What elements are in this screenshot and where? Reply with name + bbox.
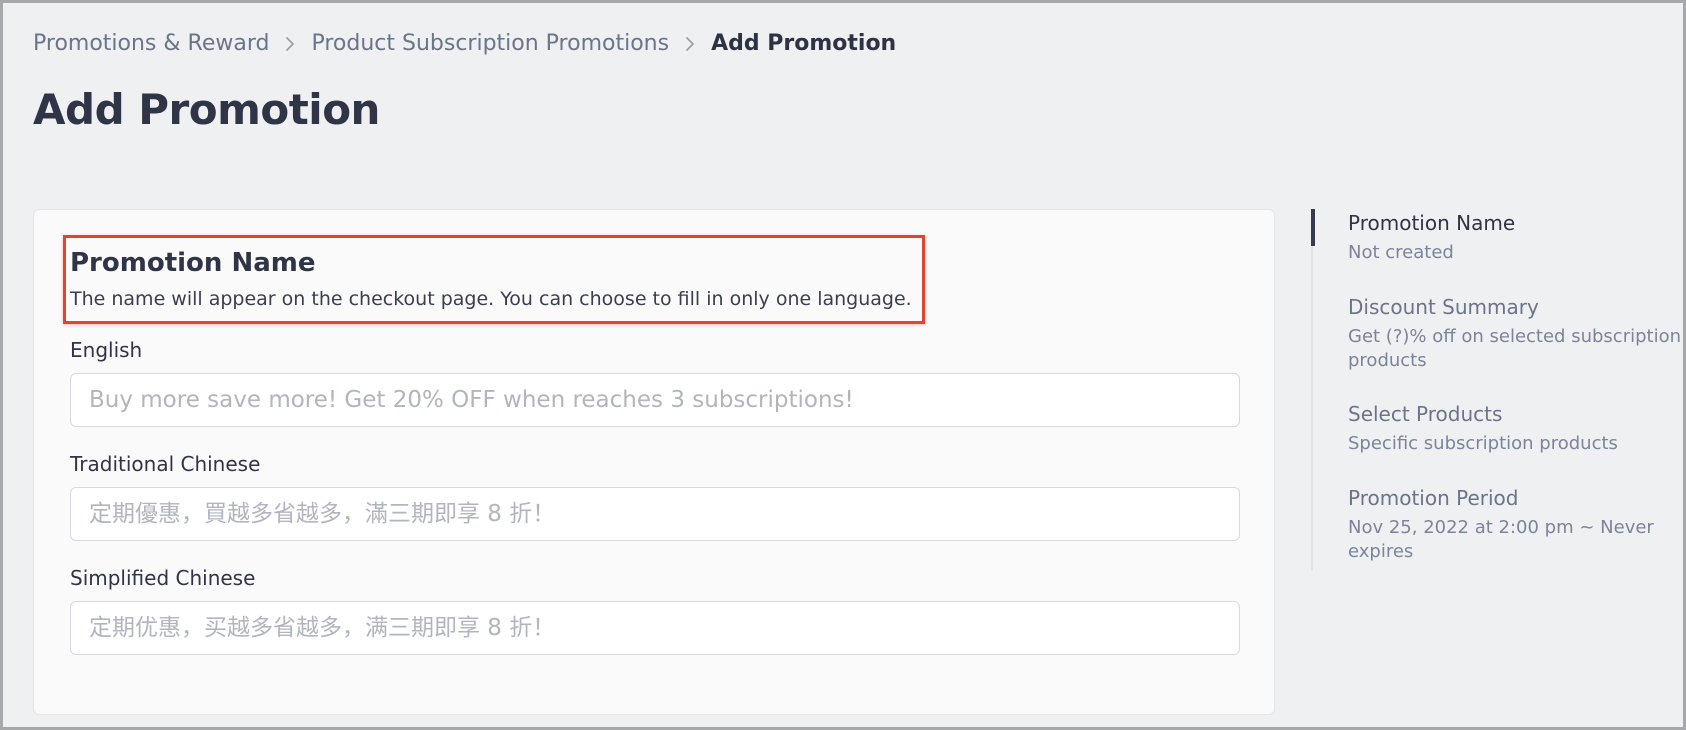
nav-title: Select Products [1348, 402, 1503, 426]
simplified-chinese-name-input[interactable] [70, 601, 1240, 655]
traditional-chinese-name-input[interactable] [70, 487, 1240, 541]
nav-promotion-name[interactable]: Promotion Name Not created [1348, 211, 1683, 265]
breadcrumb-current: Add Promotion [711, 31, 897, 56]
nav-title: Promotion Name [1348, 211, 1516, 235]
nav-subtitle: Specific subscription products [1348, 433, 1618, 454]
nav-subtitle: Get (?)% off on selected subscription pr… [1348, 326, 1681, 371]
section-description: The name will appear on the checkout pag… [70, 288, 912, 310]
chevron-right-icon [669, 32, 711, 56]
nav-discount-summary[interactable]: Discount Summary Get (?)% off on selecte… [1348, 295, 1683, 373]
active-indicator [1311, 209, 1315, 246]
section-navigation: Promotion Name Not created Discount Summ… [1311, 209, 1681, 571]
traditional-chinese-label: Traditional Chinese [70, 452, 261, 476]
nav-title: Promotion Period [1348, 486, 1519, 510]
section-title: Promotion Name [70, 248, 316, 278]
nav-title: Discount Summary [1348, 295, 1539, 319]
nav-subtitle: Not created [1348, 242, 1454, 263]
breadcrumb-promotions-reward[interactable]: Promotions & Reward [33, 31, 269, 56]
simplified-chinese-label: Simplified Chinese [70, 566, 256, 590]
chevron-right-icon [269, 32, 311, 56]
promotion-name-card: Promotion Name The name will appear on t… [33, 209, 1275, 715]
breadcrumb-product-subscription-promotions[interactable]: Product Subscription Promotions [311, 31, 669, 56]
app-frame: Promotions & Reward Product Subscription… [0, 0, 1686, 730]
breadcrumb: Promotions & Reward Product Subscription… [33, 31, 896, 56]
english-label: English [70, 338, 143, 362]
english-name-input[interactable] [70, 373, 1240, 427]
nav-subtitle: Nov 25, 2022 at 2:00 pm ~ Never expires [1348, 517, 1654, 562]
nav-promotion-period[interactable]: Promotion Period Nov 25, 2022 at 2:00 pm… [1348, 486, 1683, 564]
page-title: Add Promotion [33, 85, 380, 134]
nav-select-products[interactable]: Select Products Specific subscription pr… [1348, 402, 1683, 456]
